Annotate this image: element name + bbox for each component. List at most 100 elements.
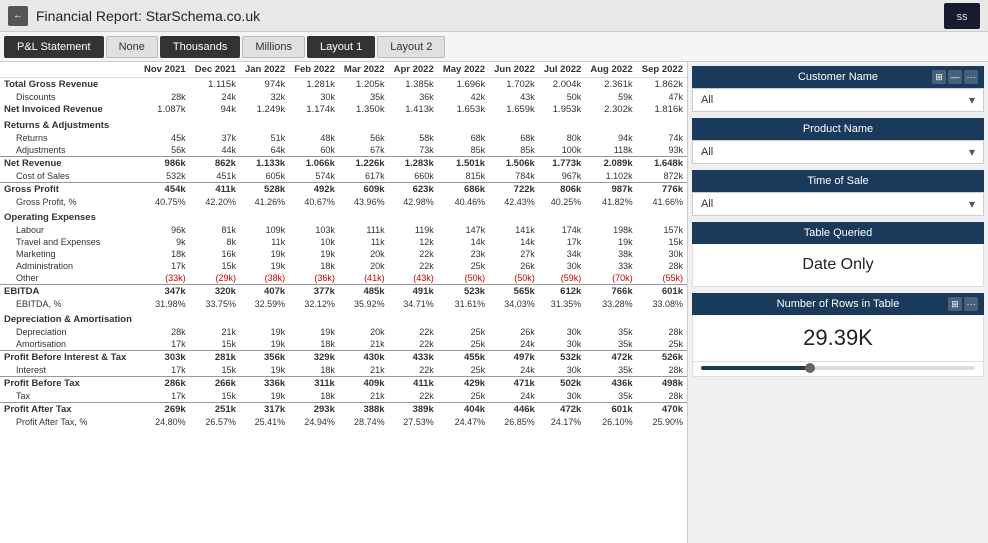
row-label: Discounts [0, 91, 139, 103]
tab-millions[interactable]: Millions [242, 36, 305, 58]
row-cell: 784k [489, 170, 539, 183]
row-label: Administration [0, 260, 139, 272]
row-cell: 25k [637, 338, 687, 351]
row-cell: 17k [139, 390, 190, 403]
row-cell: 19k [240, 364, 289, 377]
row-cell: 987k [585, 183, 636, 197]
filter-section-time: Time of Sale All ▾ [692, 170, 984, 216]
slider-track[interactable] [701, 366, 975, 370]
row-cell: 25k [438, 364, 489, 377]
filter-icon-2[interactable]: — [948, 70, 962, 84]
row-cell: 38k [585, 248, 636, 260]
filter-label-product: Product Name [803, 123, 873, 135]
tab-layout2[interactable]: Layout 2 [377, 36, 445, 58]
row-cell: 47k [637, 91, 687, 103]
row-cell: 347k [139, 285, 190, 299]
time-dropdown[interactable]: All ▾ [692, 192, 984, 216]
row-cell: 17k [139, 364, 190, 377]
table-row: Profit Before Tax286k266k336k311k409k411… [0, 377, 687, 391]
tab-layout1[interactable]: Layout 1 [307, 36, 375, 58]
row-cell: 94k [190, 103, 240, 116]
row-cell: 806k [539, 183, 585, 197]
row-cell: 42.20% [190, 196, 240, 208]
table-row: Net Revenue986k862k1.133k1.066k1.226k1.2… [0, 157, 687, 171]
row-cell: 389k [389, 403, 438, 417]
row-cell: 27.53% [389, 416, 438, 428]
row-cell: 27k [489, 248, 539, 260]
row-cell: 32.12% [289, 298, 339, 310]
table-row: EBITDA347k320k407k377k485k491k523k565k61… [0, 285, 687, 299]
row-cell: 34k [539, 248, 585, 260]
row-cell: 281k [190, 351, 240, 365]
rows-filter-icon[interactable]: ⊞ [948, 297, 962, 311]
title-bar: ← Financial Report: StarSchema.co.uk SS [0, 0, 988, 32]
tab-pl-statement[interactable]: P&L Statement [4, 36, 104, 58]
row-cell: 472k [585, 351, 636, 365]
row-cell: 14k [489, 236, 539, 248]
row-label: Depreciation & Amortisation [0, 310, 139, 326]
customer-dropdown[interactable]: All ▾ [692, 88, 984, 112]
tab-none[interactable]: None [106, 36, 158, 58]
row-cell: 433k [389, 351, 438, 365]
row-cell: (36k) [289, 272, 339, 285]
row-cell: 16k [190, 248, 240, 260]
slider-fill [701, 366, 811, 370]
row-cell: 42.98% [389, 196, 438, 208]
row-cell: 25.90% [637, 416, 687, 428]
row-cell: 266k [190, 377, 240, 391]
row-cell: 118k [585, 144, 636, 157]
row-cell: 1.696k [438, 78, 489, 92]
row-cell: 446k [489, 403, 539, 417]
row-cell: 498k [637, 377, 687, 391]
row-cell: 601k [585, 403, 636, 417]
row-cell: 1.174k [289, 103, 339, 116]
row-cell: 776k [637, 183, 687, 197]
row-cell: 20k [339, 326, 389, 338]
row-cell: 26.57% [190, 416, 240, 428]
row-cell: 1.653k [438, 103, 489, 116]
product-dropdown[interactable]: All ▾ [692, 140, 984, 164]
row-label: Depreciation [0, 326, 139, 338]
rows-more-icon[interactable]: ⋯ [964, 297, 978, 311]
rows-label: Number of Rows in Table [777, 298, 900, 310]
row-cell: 30k [539, 364, 585, 377]
row-cell: 111k [339, 224, 389, 236]
row-cell: 28k [637, 364, 687, 377]
filter-icon-1[interactable]: ⊞ [932, 70, 946, 84]
row-cell: 96k [139, 224, 190, 236]
table-row: Gross Profit, %40.75%42.20%41.26%40.67%4… [0, 196, 687, 208]
row-cell: 22k [389, 390, 438, 403]
row-label: Marketing [0, 248, 139, 260]
filter-icon-3[interactable]: ⋯ [964, 70, 978, 84]
back-button[interactable]: ← [8, 6, 28, 26]
row-cell: 8k [190, 236, 240, 248]
row-cell: 33k [585, 260, 636, 272]
row-cell: 35.92% [339, 298, 389, 310]
row-cell: 623k [389, 183, 438, 197]
row-cell: 10k [289, 236, 339, 248]
row-cell: 722k [489, 183, 539, 197]
tab-thousands[interactable]: Thousands [160, 36, 240, 58]
row-cell: 24k [489, 390, 539, 403]
row-cell: 40.25% [539, 196, 585, 208]
row-label: Returns & Adjustments [0, 116, 139, 132]
table-row: Labour96k81k109k103k111k119k147k141k174k… [0, 224, 687, 236]
row-cell: 157k [637, 224, 687, 236]
row-cell: 26k [489, 326, 539, 338]
row-cell: 1.066k [289, 157, 339, 171]
slider-handle[interactable] [805, 363, 815, 373]
row-cell: 28k [637, 390, 687, 403]
row-cell: 430k [339, 351, 389, 365]
row-cell: 21k [339, 390, 389, 403]
row-cell: 28k [139, 91, 190, 103]
row-cell: 40.46% [438, 196, 489, 208]
row-cell: 33.28% [585, 298, 636, 310]
row-cell: 24k [190, 91, 240, 103]
row-cell: 41.26% [240, 196, 289, 208]
row-label: Net Revenue [0, 157, 139, 171]
row-cell: 28k [139, 326, 190, 338]
table-wrapper[interactable]: Nov 2021 Dec 2021 Jan 2022 Feb 2022 Mar … [0, 62, 687, 543]
row-cell: 147k [438, 224, 489, 236]
row-label: Profit Before Tax [0, 377, 139, 391]
row-cell: 45k [139, 132, 190, 144]
